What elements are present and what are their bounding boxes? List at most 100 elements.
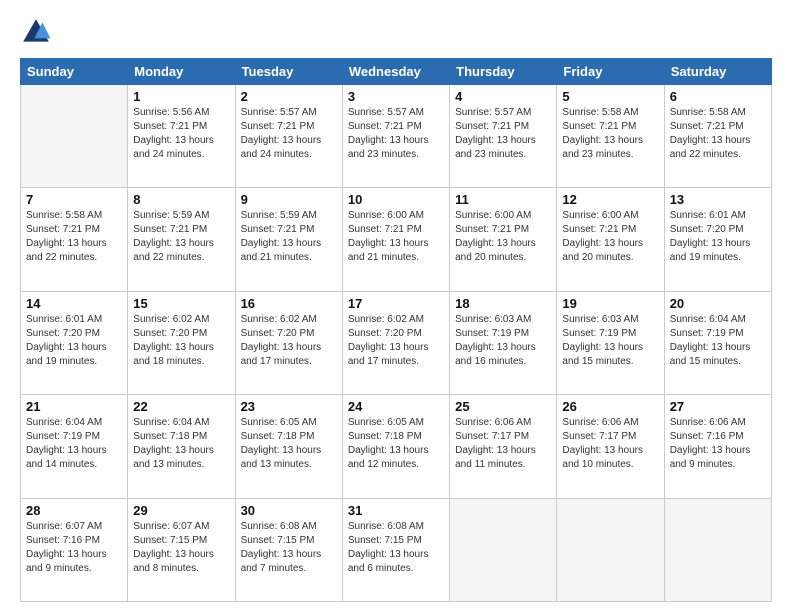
- day-info: Sunrise: 6:03 AMSunset: 7:19 PMDaylight:…: [562, 313, 658, 369]
- day-info: Sunrise: 6:04 AMSunset: 7:18 PMDaylight:…: [133, 416, 229, 472]
- calendar-cell: 25 Sunrise: 6:06 AMSunset: 7:17 PMDayligh…: [450, 395, 557, 498]
- calendar-cell: 30 Sunrise: 6:08 AMSunset: 7:15 PMDayligh…: [235, 498, 342, 601]
- calendar-cell: 14Sunrise: 6:01 AMSunset: 7:20 PMDayligh…: [21, 291, 128, 394]
- day-info: Sunrise: 6:08 AMSunset: 7:15 PMDaylight:…: [241, 520, 337, 576]
- logo-icon: [20, 16, 52, 48]
- day-number: 28: [26, 503, 122, 518]
- calendar-cell: 19 Sunrise: 6:03 AMSunset: 7:19 PMDayligh…: [557, 291, 664, 394]
- day-number: 11: [455, 192, 551, 207]
- calendar-body: 1 Sunrise: 5:56 AMSunset: 7:21 PMDaylight…: [21, 85, 772, 602]
- day-info: Sunrise: 6:03 AMSunset: 7:19 PMDaylight:…: [455, 313, 551, 369]
- day-info: Sunrise: 6:04 AMSunset: 7:19 PMDaylight:…: [670, 313, 766, 369]
- calendar-cell: 10Sunrise: 6:00 AMSunset: 7:21 PMDayligh…: [342, 188, 449, 291]
- calendar-cell: 4 Sunrise: 5:57 AMSunset: 7:21 PMDaylight…: [450, 85, 557, 188]
- calendar-cell: 31 Sunrise: 6:08 AMSunset: 7:15 PMDayligh…: [342, 498, 449, 601]
- header: [20, 16, 772, 48]
- calendar-week-1: 1 Sunrise: 5:56 AMSunset: 7:21 PMDaylight…: [21, 85, 772, 188]
- day-info: Sunrise: 6:00 AMSunset: 7:21 PMDaylight:…: [562, 209, 658, 265]
- day-info: Sunrise: 6:06 AMSunset: 7:17 PMDaylight:…: [455, 416, 551, 472]
- day-number: 4: [455, 89, 551, 104]
- day-number: 19: [562, 296, 658, 311]
- weekday-header-tuesday: Tuesday: [235, 59, 342, 85]
- calendar-cell: 28 Sunrise: 6:07 AMSunset: 7:16 PMDayligh…: [21, 498, 128, 601]
- weekday-header-saturday: Saturday: [664, 59, 771, 85]
- calendar-cell: 7 Sunrise: 5:58 AMSunset: 7:21 PMDaylight…: [21, 188, 128, 291]
- day-info: Sunrise: 5:59 AMSunset: 7:21 PMDaylight:…: [133, 209, 229, 265]
- day-number: 8: [133, 192, 229, 207]
- day-number: 18: [455, 296, 551, 311]
- calendar-cell: 26 Sunrise: 6:06 AMSunset: 7:17 PMDayligh…: [557, 395, 664, 498]
- day-number: 5: [562, 89, 658, 104]
- calendar-cell: 8 Sunrise: 5:59 AMSunset: 7:21 PMDaylight…: [128, 188, 235, 291]
- day-number: 9: [241, 192, 337, 207]
- calendar-cell: [664, 498, 771, 601]
- day-number: 6: [670, 89, 766, 104]
- calendar-cell: 5 Sunrise: 5:58 AMSunset: 7:21 PMDaylight…: [557, 85, 664, 188]
- day-number: 20: [670, 296, 766, 311]
- calendar-cell: [557, 498, 664, 601]
- day-info: Sunrise: 6:01 AMSunset: 7:20 PMDaylight:…: [670, 209, 766, 265]
- calendar: SundayMondayTuesdayWednesdayThursdayFrid…: [20, 58, 772, 602]
- weekday-header-wednesday: Wednesday: [342, 59, 449, 85]
- weekday-header-monday: Monday: [128, 59, 235, 85]
- calendar-cell: 18 Sunrise: 6:03 AMSunset: 7:19 PMDayligh…: [450, 291, 557, 394]
- day-info: Sunrise: 6:07 AMSunset: 7:16 PMDaylight:…: [26, 520, 122, 576]
- calendar-week-5: 28 Sunrise: 6:07 AMSunset: 7:16 PMDayligh…: [21, 498, 772, 601]
- calendar-cell: 9Sunrise: 5:59 AMSunset: 7:21 PMDaylight…: [235, 188, 342, 291]
- day-number: 12: [562, 192, 658, 207]
- calendar-cell: 22 Sunrise: 6:04 AMSunset: 7:18 PMDayligh…: [128, 395, 235, 498]
- calendar-cell: 21 Sunrise: 6:04 AMSunset: 7:19 PMDayligh…: [21, 395, 128, 498]
- day-info: Sunrise: 5:58 AMSunset: 7:21 PMDaylight:…: [670, 106, 766, 162]
- day-number: 25: [455, 399, 551, 414]
- calendar-week-4: 21 Sunrise: 6:04 AMSunset: 7:19 PMDayligh…: [21, 395, 772, 498]
- weekday-header-row: SundayMondayTuesdayWednesdayThursdayFrid…: [21, 59, 772, 85]
- day-info: Sunrise: 5:57 AMSunset: 7:21 PMDaylight:…: [455, 106, 551, 162]
- day-number: 27: [670, 399, 766, 414]
- day-number: 31: [348, 503, 444, 518]
- day-info: Sunrise: 5:57 AMSunset: 7:21 PMDaylight:…: [241, 106, 337, 162]
- day-info: Sunrise: 5:56 AMSunset: 7:21 PMDaylight:…: [133, 106, 229, 162]
- calendar-cell: 11 Sunrise: 6:00 AMSunset: 7:21 PMDayligh…: [450, 188, 557, 291]
- weekday-header-sunday: Sunday: [21, 59, 128, 85]
- calendar-cell: 20 Sunrise: 6:04 AMSunset: 7:19 PMDayligh…: [664, 291, 771, 394]
- day-info: Sunrise: 6:00 AMSunset: 7:21 PMDaylight:…: [348, 209, 444, 265]
- day-number: 24: [348, 399, 444, 414]
- calendar-cell: 27 Sunrise: 6:06 AMSunset: 7:16 PMDayligh…: [664, 395, 771, 498]
- calendar-cell: 13 Sunrise: 6:01 AMSunset: 7:20 PMDayligh…: [664, 188, 771, 291]
- day-number: 1: [133, 89, 229, 104]
- calendar-cell: 2 Sunrise: 5:57 AMSunset: 7:21 PMDaylight…: [235, 85, 342, 188]
- calendar-cell: 23Sunrise: 6:05 AMSunset: 7:18 PMDayligh…: [235, 395, 342, 498]
- day-number: 13: [670, 192, 766, 207]
- calendar-cell: [21, 85, 128, 188]
- day-number: 16: [241, 296, 337, 311]
- page: SundayMondayTuesdayWednesdayThursdayFrid…: [0, 0, 792, 612]
- day-info: Sunrise: 6:02 AMSunset: 7:20 PMDaylight:…: [348, 313, 444, 369]
- day-number: 30: [241, 503, 337, 518]
- day-info: Sunrise: 6:07 AMSunset: 7:15 PMDaylight:…: [133, 520, 229, 576]
- day-number: 14: [26, 296, 122, 311]
- calendar-cell: [450, 498, 557, 601]
- day-number: 29: [133, 503, 229, 518]
- calendar-cell: 17 Sunrise: 6:02 AMSunset: 7:20 PMDayligh…: [342, 291, 449, 394]
- day-number: 21: [26, 399, 122, 414]
- calendar-cell: 12 Sunrise: 6:00 AMSunset: 7:21 PMDayligh…: [557, 188, 664, 291]
- day-info: Sunrise: 5:58 AMSunset: 7:21 PMDaylight:…: [562, 106, 658, 162]
- day-number: 7: [26, 192, 122, 207]
- calendar-week-3: 14Sunrise: 6:01 AMSunset: 7:20 PMDayligh…: [21, 291, 772, 394]
- calendar-cell: 3Sunrise: 5:57 AMSunset: 7:21 PMDaylight…: [342, 85, 449, 188]
- day-number: 2: [241, 89, 337, 104]
- day-info: Sunrise: 6:08 AMSunset: 7:15 PMDaylight:…: [348, 520, 444, 576]
- day-info: Sunrise: 6:06 AMSunset: 7:17 PMDaylight:…: [562, 416, 658, 472]
- calendar-week-2: 7 Sunrise: 5:58 AMSunset: 7:21 PMDaylight…: [21, 188, 772, 291]
- day-number: 26: [562, 399, 658, 414]
- day-info: Sunrise: 6:05 AMSunset: 7:18 PMDaylight:…: [348, 416, 444, 472]
- day-number: 22: [133, 399, 229, 414]
- day-info: Sunrise: 6:04 AMSunset: 7:19 PMDaylight:…: [26, 416, 122, 472]
- day-info: Sunrise: 6:02 AMSunset: 7:20 PMDaylight:…: [241, 313, 337, 369]
- day-info: Sunrise: 6:00 AMSunset: 7:21 PMDaylight:…: [455, 209, 551, 265]
- day-number: 17: [348, 296, 444, 311]
- weekday-header-friday: Friday: [557, 59, 664, 85]
- day-info: Sunrise: 5:58 AMSunset: 7:21 PMDaylight:…: [26, 209, 122, 265]
- weekday-header-thursday: Thursday: [450, 59, 557, 85]
- day-info: Sunrise: 6:06 AMSunset: 7:16 PMDaylight:…: [670, 416, 766, 472]
